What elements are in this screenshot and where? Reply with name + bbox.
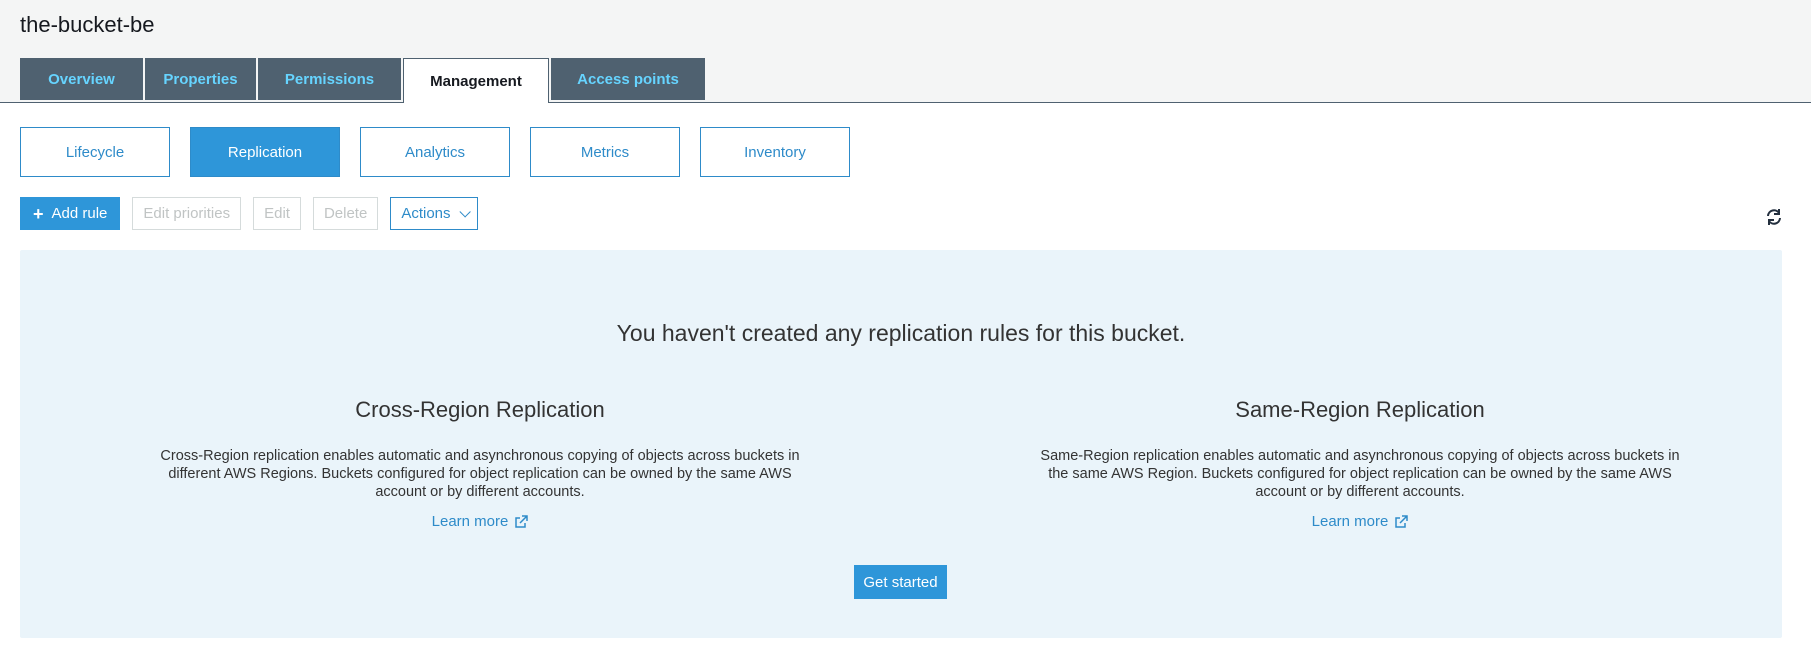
subtab-inventory[interactable]: Inventory (700, 127, 850, 177)
same-region-section: Same-Region Replication Same-Region repl… (1040, 397, 1680, 531)
actions-label: Actions (401, 205, 451, 222)
tab-properties[interactable]: Properties (145, 58, 256, 100)
cross-region-section: Cross-Region Replication Cross-Region re… (160, 397, 800, 531)
external-link-icon (1395, 514, 1409, 528)
edit-button[interactable]: Edit (253, 197, 301, 230)
plus-icon: + (33, 203, 44, 224)
same-region-description: Same-Region replication enables automati… (1040, 448, 1680, 500)
subtab-analytics[interactable]: Analytics (360, 127, 510, 177)
same-region-title: Same-Region Replication (1235, 397, 1485, 422)
add-rule-label: Add rule (51, 205, 108, 222)
tab-management[interactable]: Management (403, 58, 549, 103)
header-band: the-bucket-be Overview Properties Permis… (0, 0, 1811, 103)
tab-overview[interactable]: Overview (20, 58, 143, 100)
actions-dropdown[interactable]: Actions (390, 197, 478, 230)
subtab-metrics[interactable]: Metrics (530, 127, 680, 177)
main-tabs: Overview Properties Permissions Manageme… (20, 58, 707, 103)
refresh-icon[interactable] (1764, 207, 1784, 227)
learn-more-label: Learn more (1311, 513, 1389, 530)
empty-state-message: You haven't created any replication rule… (616, 320, 1186, 346)
subtab-lifecycle[interactable]: Lifecycle (20, 127, 170, 177)
cross-region-learn-more-link[interactable]: Learn more (432, 513, 529, 530)
subtab-replication[interactable]: Replication (190, 127, 340, 177)
rules-toolbar: + Add rule Edit priorities Edit Delete A… (20, 197, 490, 230)
tab-access-points[interactable]: Access points (551, 58, 705, 100)
learn-more-label: Learn more (431, 513, 509, 530)
replication-empty-panel: You haven't created any replication rule… (20, 250, 1782, 638)
edit-priorities-button[interactable]: Edit priorities (132, 197, 242, 230)
chevron-down-icon (458, 205, 471, 218)
management-subtabs: Lifecycle Replication Analytics Metrics … (20, 127, 870, 177)
same-region-learn-more-link[interactable]: Learn more (1312, 513, 1409, 530)
cross-region-description: Cross-Region replication enables automat… (160, 448, 800, 500)
add-rule-button[interactable]: + Add rule (20, 197, 121, 230)
bucket-title: the-bucket-be (20, 12, 155, 37)
delete-button[interactable]: Delete (312, 197, 379, 230)
external-link-icon (515, 514, 529, 528)
cross-region-title: Cross-Region Replication (355, 397, 605, 422)
tab-permissions[interactable]: Permissions (258, 58, 401, 100)
get-started-button[interactable]: Get started (854, 565, 947, 599)
